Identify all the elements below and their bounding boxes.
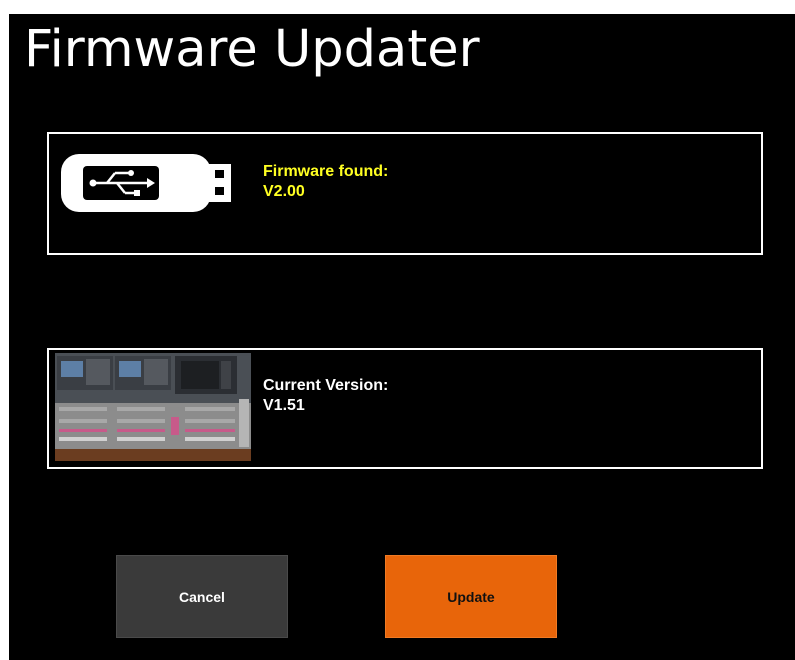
current-version-label: Current Version:: [263, 377, 389, 394]
current-version-panel: Current Version: V1.51: [47, 348, 763, 469]
page-title: Firmware Updater: [24, 20, 480, 79]
cancel-button[interactable]: Cancel: [116, 555, 288, 638]
current-version-info: Current Version: V1.51: [263, 376, 388, 416]
firmware-found-panel: Firmware found: V2.00: [47, 132, 763, 255]
firmware-found-info: Firmware found: V2.00: [263, 162, 388, 202]
current-version-value: V1.51: [263, 397, 305, 414]
firmware-found-label: Firmware found:: [263, 163, 389, 180]
firmware-found-version: V2.00: [263, 183, 305, 200]
mixing-console-image: [55, 353, 251, 461]
usb-drive-icon: [61, 154, 231, 212]
update-button[interactable]: Update: [385, 555, 557, 638]
firmware-updater-screen: Firmware Updater Firmware found: V2.00 C…: [9, 14, 795, 660]
